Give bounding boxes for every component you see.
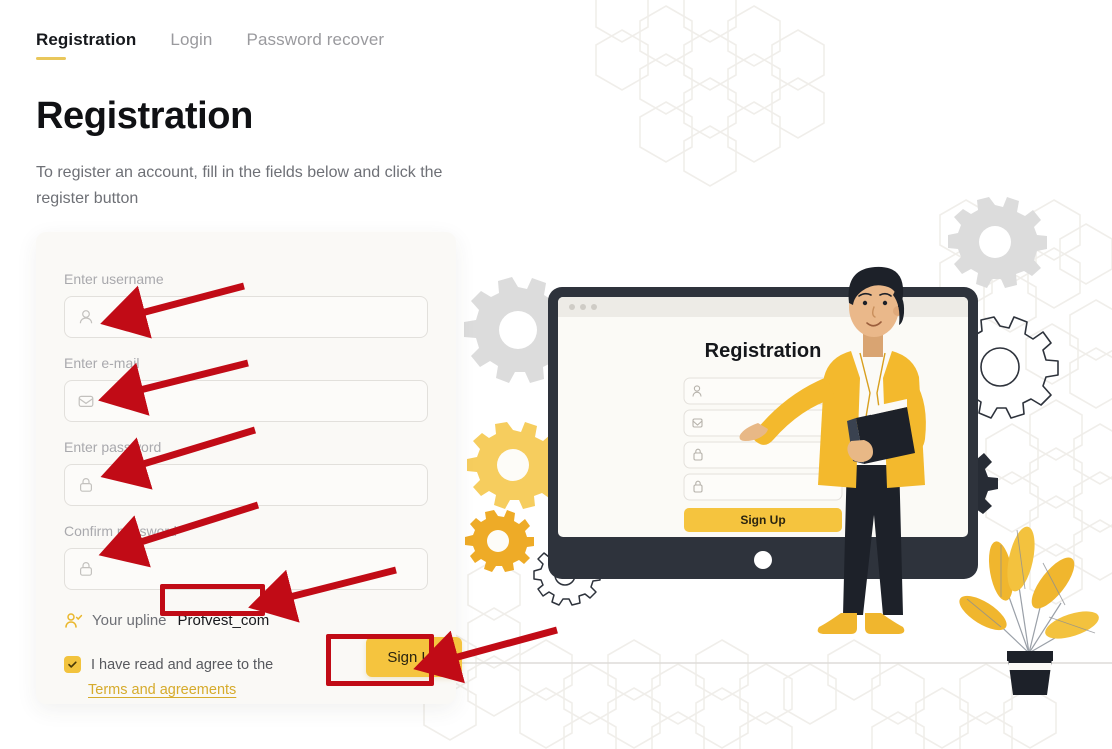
label-username: Enter username <box>64 271 164 287</box>
window-dot-2 <box>580 304 586 310</box>
page-description: To register an account, fill in the fiel… <box>36 164 443 207</box>
field-confirm-password: Confirm password <box>64 522 428 590</box>
lock-icon <box>77 476 95 494</box>
label-confirm-password: Confirm password <box>64 523 177 539</box>
illustration-signup-label: Sign Up <box>740 513 785 527</box>
auth-tabs: Registration Login Password recover <box>36 28 384 64</box>
window-dot-3 <box>591 304 597 310</box>
tab-login[interactable]: Login <box>170 28 212 64</box>
label-email: Enter e-mail <box>64 355 140 371</box>
field-password: Enter password <box>64 438 428 506</box>
confirm-password-input[interactable] <box>105 549 415 589</box>
illustration-screen-title: Registration <box>705 340 822 362</box>
registration-form-card: Enter username Enter e-mail Enter passwo… <box>36 232 462 704</box>
gear-grey-top-right <box>948 197 1047 288</box>
label-password: Enter password <box>64 439 162 455</box>
hexagon-cluster-top <box>595 0 825 187</box>
envelope-icon <box>77 392 95 410</box>
field-email: Enter e-mail <box>64 354 428 422</box>
user-check-icon <box>64 611 83 630</box>
input-confirm-password-wrap[interactable] <box>64 548 428 590</box>
tab-password-recover[interactable]: Password recover <box>247 28 385 64</box>
field-username: Enter username <box>64 270 428 338</box>
input-password-wrap[interactable] <box>64 464 428 506</box>
page-title: Registration <box>36 95 253 137</box>
sign-up-button[interactable]: Sign Up <box>366 637 462 677</box>
gear-gold-small <box>465 510 534 572</box>
email-input[interactable] <box>105 381 415 421</box>
username-input[interactable] <box>105 297 415 337</box>
input-email-wrap[interactable] <box>64 380 428 422</box>
window-dot-1 <box>569 304 575 310</box>
user-icon <box>77 308 95 326</box>
upline-label: Your upline <box>92 611 167 629</box>
registration-page: Registration Login Password recover Regi… <box>0 0 1112 749</box>
tab-registration[interactable]: Registration <box>36 28 136 64</box>
terms-checkbox[interactable] <box>64 656 81 673</box>
upline-row: Your upline Profvest_com <box>64 608 428 632</box>
lock-icon <box>77 560 95 578</box>
password-input[interactable] <box>105 465 415 505</box>
upline-value: Profvest_com <box>177 611 270 629</box>
registration-illustration: Registration Sign Up <box>455 185 1112 695</box>
terms-agreement-text: I have read and agree to the <box>91 657 274 673</box>
terms-and-agreements-link[interactable]: Terms and agreements <box>88 682 236 698</box>
input-username-wrap[interactable] <box>64 296 428 338</box>
